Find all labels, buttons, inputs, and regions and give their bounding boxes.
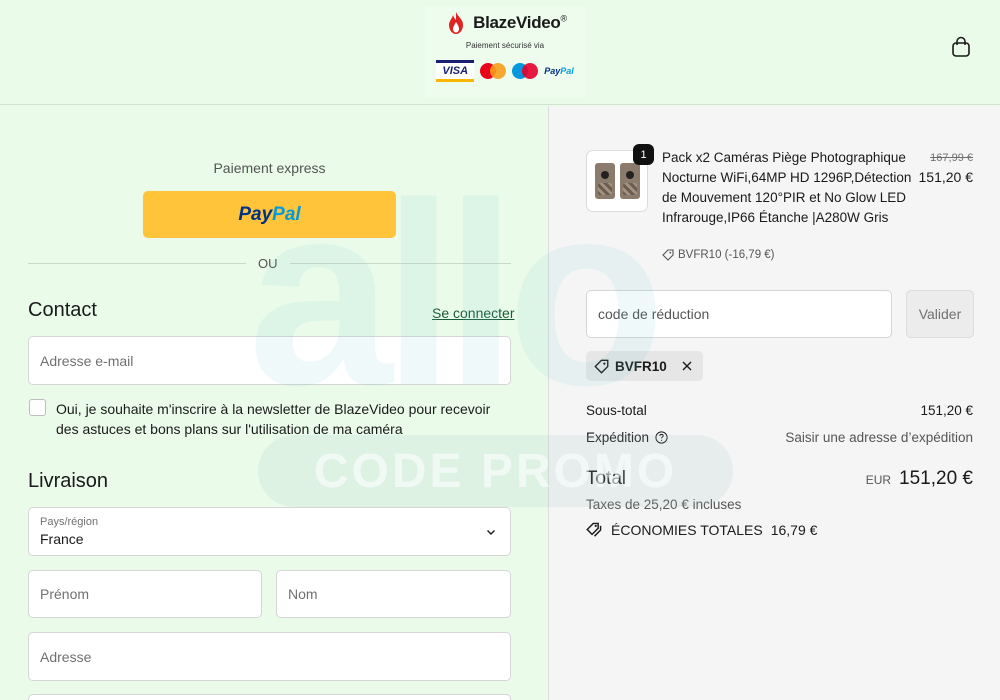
product-discount: BVFR10 (-16,79 €) xyxy=(662,249,775,261)
email-placeholder: Adresse e-mail xyxy=(40,352,134,369)
login-link[interactable]: Se connecter xyxy=(432,305,515,321)
camera-image xyxy=(620,163,640,199)
country-value: France xyxy=(40,531,84,547)
shopping-bag-icon[interactable] xyxy=(951,36,971,58)
divider-label: OU xyxy=(246,256,290,271)
taxes-text: Taxes de 25,20 € incluses xyxy=(586,497,742,512)
mastercard-logo xyxy=(480,63,507,79)
paypal-express-button[interactable]: PayPal xyxy=(143,191,396,238)
total-amount: EUR 151,20 € xyxy=(866,468,973,490)
tag-icon xyxy=(594,359,609,374)
subtotal-label: Sous-total xyxy=(586,403,647,418)
total-currency: EUR xyxy=(865,473,892,487)
newsletter-label: Oui, je souhaite m'inscrire à la newslet… xyxy=(56,401,491,437)
discount-code-placeholder: code de réduction xyxy=(598,306,710,322)
secure-payment-text: Paiement sécurisé via xyxy=(465,41,545,50)
chevron-down-icon xyxy=(487,530,495,535)
shipping-label-row: Expédition xyxy=(586,430,668,445)
old-price: 167,99 € xyxy=(930,152,973,164)
address-field[interactable]: Adresse xyxy=(28,632,511,681)
brand-name: BlazeVideo® xyxy=(473,13,567,32)
country-select[interactable]: Pays/région France xyxy=(28,507,511,556)
help-icon[interactable] xyxy=(655,431,668,444)
first-name-field[interactable]: Prénom xyxy=(28,570,262,618)
visa-logo: VISA xyxy=(436,60,475,82)
shipping-label: Expédition xyxy=(586,430,650,445)
paypal-logo: PayPal xyxy=(544,66,574,76)
total-value: 151,20 € xyxy=(899,468,973,489)
product-discount-text: BVFR10 (-16,79 €) xyxy=(678,249,775,261)
contact-title: Contact xyxy=(28,299,97,321)
address-line-2-field[interactable] xyxy=(28,694,511,700)
country-label: Pays/région xyxy=(40,516,99,528)
brand-logo[interactable]: BlazeVideo® Paiement sécurisé via VISA P… xyxy=(425,6,585,98)
quantity-badge: 1 xyxy=(633,144,654,165)
savings-label: ÉCONOMIES TOTALES xyxy=(611,521,763,538)
product-title: Pack x2 Caméras Piège Photographique Noc… xyxy=(662,150,912,225)
checkout-form: Paiement express PayPal OU Contact Se co… xyxy=(0,106,548,700)
close-icon[interactable] xyxy=(681,360,693,372)
tag-icon xyxy=(662,249,674,261)
item-price: 151,20 € xyxy=(918,169,974,185)
order-summary: 1 Pack x2 Caméras Piège Photographique N… xyxy=(548,106,1000,700)
total-savings: ÉCONOMIES TOTALES 16,79 € xyxy=(586,521,817,538)
last-name-field[interactable]: Nom xyxy=(276,570,511,618)
flame-icon xyxy=(449,12,464,34)
header: BlazeVideo® Paiement sécurisé via VISA P… xyxy=(0,0,1000,105)
last-name-placeholder: Nom xyxy=(288,586,318,602)
apply-code-button[interactable]: Valider xyxy=(906,290,974,338)
savings-value: 16,79 € xyxy=(770,521,818,538)
shipping-value: Saisir une adresse d’expédition xyxy=(785,430,973,445)
newsletter-checkbox[interactable] xyxy=(29,399,46,416)
payment-logos: VISA PayPal xyxy=(425,60,585,82)
maestro-logo xyxy=(512,63,539,79)
paypal-logo: PayPal xyxy=(238,203,301,225)
subtotal-value: 151,20 € xyxy=(920,403,973,418)
discount-code-input[interactable]: code de réduction xyxy=(586,290,892,338)
total-label: Total xyxy=(586,468,627,489)
applied-code-text: BVFR10 xyxy=(615,358,667,374)
tags-icon xyxy=(586,522,602,537)
camera-image xyxy=(595,163,615,199)
express-checkout-label: Paiement express xyxy=(213,160,326,176)
email-field[interactable]: Adresse e-mail xyxy=(28,336,511,385)
applied-code-chip: BVFR10 xyxy=(586,351,703,381)
address-placeholder: Adresse xyxy=(40,648,92,665)
first-name-placeholder: Prénom xyxy=(40,586,90,602)
delivery-title: Livraison xyxy=(28,470,109,492)
